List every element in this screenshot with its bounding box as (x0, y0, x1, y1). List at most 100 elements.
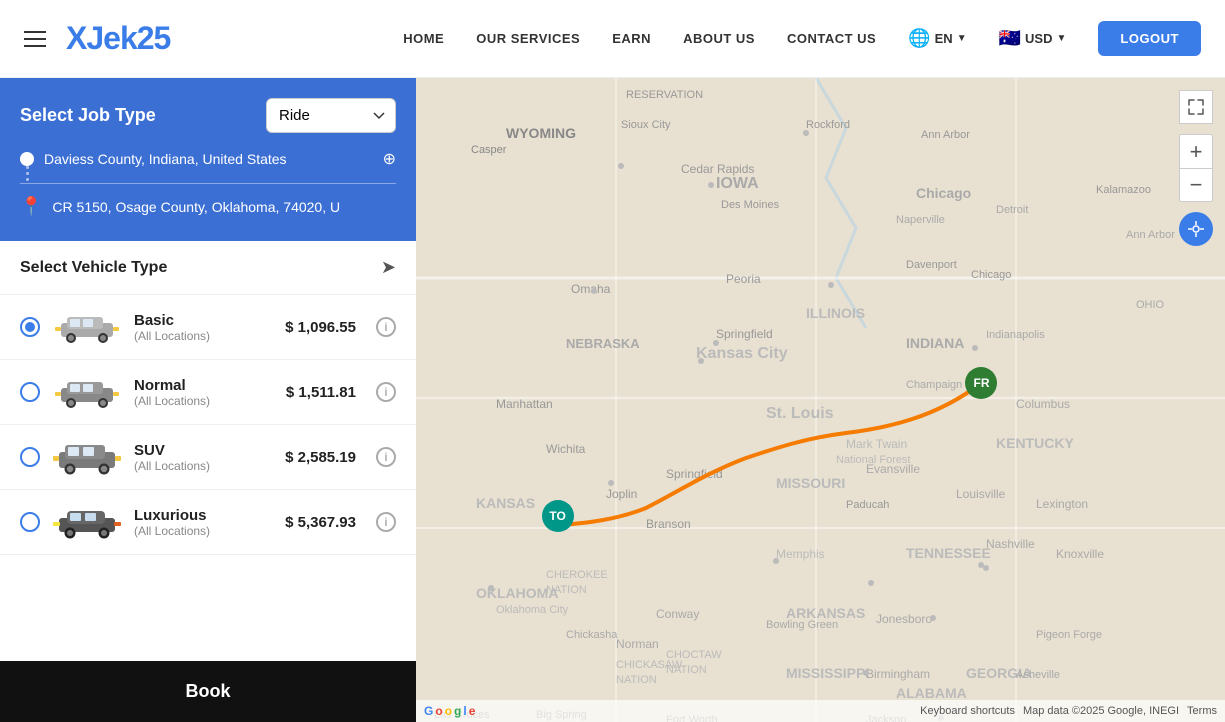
logout-button[interactable]: LOGOUT (1098, 21, 1201, 56)
svg-text:MISSOURI: MISSOURI (776, 475, 845, 491)
vehicle-price-basic: $ 1,096.55 (285, 319, 356, 336)
job-type-label: Select Job Type (20, 105, 156, 126)
keyboard-shortcuts-link[interactable]: Keyboard shortcuts (920, 705, 1015, 717)
zoom-out-button[interactable]: − (1179, 168, 1213, 202)
svg-text:Detroit: Detroit (996, 204, 1028, 216)
nav-contact-us[interactable]: CONTACT US (787, 31, 876, 46)
vehicle-info-icon-normal[interactable]: i (376, 382, 396, 402)
vehicle-image-normal (52, 372, 122, 412)
svg-text:Lexington: Lexington (1036, 497, 1088, 511)
svg-text:WYOMING: WYOMING (506, 125, 576, 141)
svg-text:Rockford: Rockford (806, 119, 850, 131)
lang-chevron-icon: ▼ (957, 33, 967, 44)
language-selector[interactable]: 🌐 EN ▼ (908, 28, 966, 49)
svg-text:Chicago: Chicago (916, 185, 971, 201)
vehicle-image-luxurious (52, 502, 122, 542)
vehicle-sub-suv: (All Locations) (134, 459, 273, 473)
vehicle-options: Basic (All Locations) $ 1,096.55 i (0, 295, 416, 555)
vehicle-radio-normal[interactable] (20, 382, 40, 402)
vehicle-radio-basic[interactable] (20, 317, 40, 337)
svg-text:NATION: NATION (666, 664, 707, 676)
nav-earn[interactable]: EARN (612, 31, 651, 46)
fullscreen-button[interactable] (1179, 90, 1213, 124)
main-nav: HOME OUR SERVICES EARN ABOUT US CONTACT … (403, 21, 1201, 56)
currency-chevron-icon: ▼ (1056, 33, 1066, 44)
main-content: Select Job Type Ride Delivery Package ⊕ (0, 78, 1225, 722)
logo-text: XJek (66, 20, 137, 56)
map-bottom-bar: Google Keyboard shortcuts Map data ©2025… (416, 700, 1225, 722)
svg-text:Birmingham: Birmingham (866, 667, 930, 681)
svg-text:NATION: NATION (546, 584, 587, 596)
svg-text:Joplin: Joplin (606, 487, 637, 501)
svg-text:Jonesboro: Jonesboro (876, 612, 932, 626)
svg-text:Chickasha: Chickasha (566, 629, 618, 641)
svg-text:Ann Arbor: Ann Arbor (1126, 229, 1175, 241)
terms-link[interactable]: Terms (1187, 705, 1217, 717)
svg-text:St. Louis: St. Louis (766, 405, 834, 422)
vehicle-name-normal: Normal (134, 377, 274, 394)
nav-about-us[interactable]: ABOUT US (683, 31, 755, 46)
lang-label: EN (935, 31, 953, 46)
svg-text:Manhattan: Manhattan (496, 397, 553, 411)
svg-text:Peoria: Peoria (726, 272, 761, 286)
job-type-section: Select Job Type Ride Delivery Package ⊕ (0, 78, 416, 241)
locate-me-icon[interactable]: ⊕ (383, 149, 396, 169)
vehicle-name-suv: SUV (134, 442, 273, 459)
svg-text:Mark Twain: Mark Twain (846, 437, 907, 451)
currency-selector[interactable]: 🇦🇺 USD ▼ (999, 28, 1067, 49)
vehicle-price-luxurious: $ 5,367.93 (285, 514, 356, 531)
svg-text:Kansas City: Kansas City (696, 345, 788, 362)
svg-text:ALABAMA: ALABAMA (896, 685, 967, 701)
svg-text:ILLINOIS: ILLINOIS (806, 305, 865, 321)
vehicle-item-luxurious[interactable]: Luxurious (All Locations) $ 5,367.93 i (0, 490, 416, 555)
vehicle-sub-basic: (All Locations) (134, 329, 273, 343)
svg-text:Paducah: Paducah (846, 499, 889, 511)
left-panel: Select Job Type Ride Delivery Package ⊕ (0, 78, 416, 722)
vehicle-item-suv[interactable]: SUV (All Locations) $ 2,585.19 i (0, 425, 416, 490)
map-controls: + − (1179, 90, 1213, 246)
svg-text:INDIANA: INDIANA (906, 335, 964, 351)
nav-our-services[interactable]: OUR SERVICES (476, 31, 580, 46)
destination-pin-icon: 📍 (20, 196, 42, 217)
job-type-row: Select Job Type Ride Delivery Package (20, 98, 396, 133)
svg-text:Chicago: Chicago (971, 269, 1011, 281)
from-location-row: ⊕ (20, 149, 396, 184)
svg-text:RESERVATION: RESERVATION (626, 89, 703, 101)
job-type-select[interactable]: Ride Delivery Package (266, 98, 396, 133)
svg-text:CHEROKEE: CHEROKEE (546, 569, 608, 581)
vehicle-radio-luxurious[interactable] (20, 512, 40, 532)
nav-home[interactable]: HOME (403, 31, 444, 46)
vehicle-name-basic: Basic (134, 312, 273, 329)
vehicle-name-luxurious: Luxurious (134, 507, 273, 524)
from-location-input[interactable] (44, 151, 373, 167)
svg-text:KANSAS: KANSAS (476, 495, 535, 511)
vehicle-info-icon-suv[interactable]: i (376, 447, 396, 467)
locate-button[interactable] (1179, 212, 1213, 246)
vehicle-type-title: Select Vehicle Type (20, 259, 167, 277)
vehicle-item-normal[interactable]: Normal (All Locations) $ 1,511.81 i (0, 360, 416, 425)
vehicle-item-basic[interactable]: Basic (All Locations) $ 1,096.55 i (0, 295, 416, 360)
zoom-in-button[interactable]: + (1179, 134, 1213, 168)
from-marker-label: FR (973, 376, 989, 390)
hamburger-menu[interactable] (24, 31, 46, 47)
svg-text:Champaign: Champaign (906, 379, 962, 391)
google-logo: Google (424, 704, 475, 718)
vehicle-info-luxurious: Luxurious (All Locations) (134, 507, 273, 538)
vehicle-type-chevron-icon: ➤ (381, 257, 396, 278)
vehicle-radio-suv[interactable] (20, 447, 40, 467)
book-button[interactable]: Book (0, 661, 416, 722)
svg-text:Conway: Conway (656, 607, 699, 621)
to-location-input[interactable] (52, 199, 396, 215)
logo: XJek25 (66, 20, 170, 57)
vehicle-info-icon-basic[interactable]: i (376, 317, 396, 337)
svg-text:Louisville: Louisville (956, 487, 1006, 501)
vehicle-price-normal: $ 1,511.81 (286, 384, 356, 401)
svg-text:Indianapolis: Indianapolis (986, 329, 1045, 341)
svg-text:Memphis: Memphis (776, 547, 825, 561)
vehicle-image-basic (52, 307, 122, 347)
vehicle-type-header[interactable]: Select Vehicle Type ➤ (0, 241, 416, 295)
svg-text:National Forest: National Forest (836, 454, 911, 466)
svg-text:Cedar Rapids: Cedar Rapids (681, 162, 754, 176)
vehicle-info-icon-luxurious[interactable]: i (376, 512, 396, 532)
vehicle-info-suv: SUV (All Locations) (134, 442, 273, 473)
